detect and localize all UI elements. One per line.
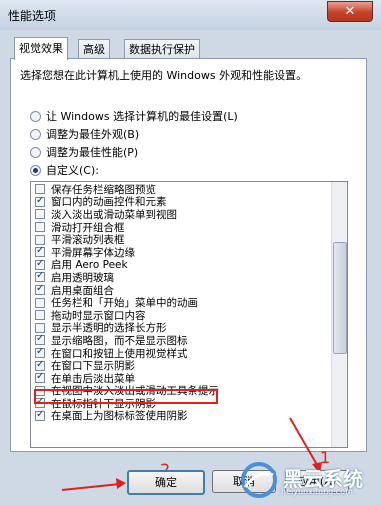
tab-label: 高级 bbox=[83, 43, 105, 56]
radio-button[interactable] bbox=[30, 110, 41, 122]
effects-items: 保存任务栏缩略图预览窗口内的动画控件和元素淡入淡出或滑动菜单到视图滑动打开组合框… bbox=[31, 182, 347, 422]
ok-button[interactable]: 确定 bbox=[127, 470, 205, 495]
tab-advanced[interactable]: 高级 bbox=[78, 39, 110, 59]
radio-best-appearance[interactable]: 调整为最佳外观(B) bbox=[30, 126, 139, 142]
description-text: 选择您想在此计算机上使用的 Windows 外观和性能设置。 bbox=[20, 69, 308, 82]
close-button[interactable]: ✕ bbox=[327, 1, 373, 22]
list-scrollbar[interactable] bbox=[331, 182, 347, 447]
checkbox[interactable] bbox=[35, 333, 45, 346]
checkbox[interactable] bbox=[35, 371, 45, 384]
arrow-head-ok bbox=[116, 478, 126, 489]
checkbox[interactable] bbox=[35, 245, 45, 258]
checkbox[interactable] bbox=[35, 234, 45, 245]
scrollbar-thumb[interactable] bbox=[333, 242, 347, 354]
tab-data-execution-prevention[interactable]: 数据执行保护 bbox=[124, 39, 200, 59]
radio-button[interactable] bbox=[30, 146, 41, 158]
checkbox[interactable] bbox=[35, 222, 45, 233]
checkbox[interactable] bbox=[35, 283, 45, 296]
effect-label: 在桌面上为图标标签使用阴影 bbox=[51, 410, 188, 423]
watermark-url: heiyunxitong.com bbox=[281, 487, 353, 496]
radio-custom[interactable]: 自定义(C): bbox=[30, 162, 99, 178]
checkbox[interactable] bbox=[35, 359, 45, 371]
title-bar: 性能选项 ✕ bbox=[0, 0, 381, 30]
effect-item[interactable]: 在桌面上为图标标签使用阴影 bbox=[31, 409, 347, 423]
checkbox[interactable] bbox=[35, 396, 45, 409]
radio-let-windows-choose[interactable]: 让 Windows 选择计算机的最佳设置(L) bbox=[30, 108, 238, 124]
radio-label: 让 Windows 选择计算机的最佳设置(L) bbox=[46, 110, 238, 123]
tab-label: 视觉效果 bbox=[19, 42, 63, 55]
radio-button[interactable] bbox=[30, 128, 41, 140]
tab-visual-effects[interactable]: 视觉效果 bbox=[14, 37, 68, 60]
visual-effects-list[interactable]: 保存任务栏缩略图预览窗口内的动画控件和元素淡入淡出或滑动菜单到视图滑动打开组合框… bbox=[30, 181, 348, 448]
radio-button[interactable] bbox=[30, 164, 41, 176]
radio-label: 调整为最佳性能(P) bbox=[46, 146, 139, 159]
checkbox[interactable] bbox=[35, 258, 45, 270]
close-icon: ✕ bbox=[344, 4, 356, 19]
radio-best-performance[interactable]: 调整为最佳性能(P) bbox=[30, 144, 138, 160]
checkbox[interactable] bbox=[35, 297, 45, 308]
checkbox[interactable] bbox=[35, 195, 45, 207]
checkbox[interactable] bbox=[35, 184, 45, 195]
checkbox[interactable] bbox=[35, 385, 45, 396]
radio-label: 调整为最佳外观(B) bbox=[46, 128, 140, 141]
checkbox[interactable] bbox=[35, 310, 45, 321]
checkbox[interactable] bbox=[35, 409, 45, 421]
checkbox[interactable] bbox=[35, 270, 45, 283]
brand-logo-icon bbox=[241, 462, 277, 498]
window-title: 性能选项 bbox=[8, 9, 57, 23]
checkbox[interactable] bbox=[35, 322, 45, 333]
watermark: 黑云系统 heiyunxitong.com bbox=[237, 461, 377, 501]
ok-label: 确定 bbox=[155, 476, 177, 489]
checkbox[interactable] bbox=[35, 346, 45, 359]
radio-label: 自定义(C): bbox=[46, 164, 99, 177]
arrow-to-ok bbox=[61, 483, 121, 491]
checkbox[interactable] bbox=[35, 209, 45, 220]
tab-label: 数据执行保护 bbox=[129, 43, 195, 56]
